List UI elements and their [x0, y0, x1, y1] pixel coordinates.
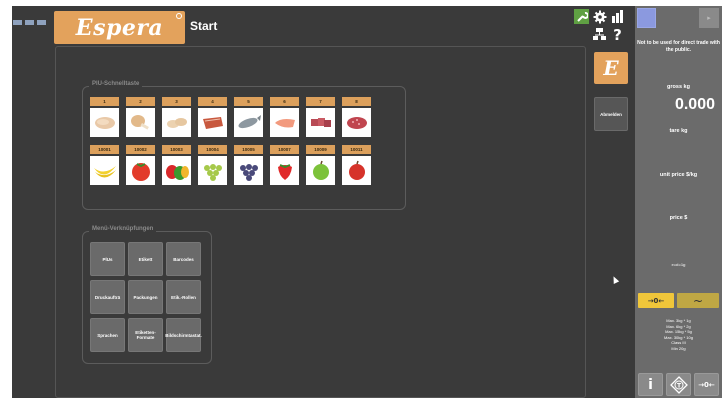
red-apple-image	[342, 156, 371, 185]
main-panel: PlU-Schnelltaste 1 2 3 4 5 6 7 8 10001 1…	[55, 46, 586, 398]
scale-menu-button[interactable]: ▸	[699, 8, 719, 28]
chicken-leg-image	[126, 108, 155, 137]
plu-key-10005[interactable]: 10005	[234, 145, 263, 185]
trade-warning-text: Not to be used for direct trade with the…	[637, 40, 720, 53]
scale-app-window: Espera Start ? PlU-Schnelltaste 1 2 3 4 …	[12, 6, 722, 398]
salmon-fillet-image	[270, 108, 299, 137]
tomato-image	[126, 156, 155, 185]
scale-top-bar: ▸	[635, 6, 722, 34]
tare-button[interactable]: T	[666, 373, 691, 396]
menu-button-barcodes[interactable]: Barcodes	[166, 242, 201, 276]
window-menu-icon[interactable]	[13, 20, 46, 25]
plu-key-6[interactable]: 6	[270, 97, 299, 137]
meat-cubes-image	[306, 108, 335, 137]
plu-grid: 1 2 3 4 5 6 7 8 10001 10002 10003 10004 …	[90, 97, 371, 185]
registered-mark-icon	[176, 13, 182, 19]
espera-home-button[interactable]: E	[594, 52, 628, 84]
plu-number: 10002	[126, 145, 155, 154]
menu-button-label-formats[interactable]: Etiketten-Formate	[128, 318, 163, 352]
blue-grapes-image	[234, 156, 263, 185]
green-apple-image	[306, 156, 335, 185]
plu-number: 6	[270, 97, 299, 106]
toolbar-icons: ?	[572, 8, 632, 44]
tare-label: tare kg	[669, 128, 688, 134]
gear-icon[interactable]	[592, 9, 607, 24]
plu-key-10002[interactable]: 10002	[126, 145, 155, 185]
zero-indicator: →0←	[638, 293, 674, 308]
plu-number: 10005	[234, 145, 263, 154]
menu-button-label-rolls[interactable]: Etik.-Rollen	[166, 280, 201, 314]
plu-key-10009[interactable]: 10009	[306, 145, 335, 185]
plu-number: 8	[342, 97, 371, 106]
menu-button-packages[interactable]: Packungen	[128, 280, 163, 314]
menu-grid: PlUs Etikett Barcodes Druckaufträ Packun…	[90, 242, 202, 352]
network-icon[interactable]	[592, 27, 607, 42]
help-icon[interactable]: ?	[610, 26, 625, 44]
chicken-wings-image	[162, 108, 191, 137]
division-label: e=d=1g	[671, 262, 686, 267]
plu-number: 1	[90, 97, 119, 106]
plu-group-title: PlU-Schnelltaste	[89, 81, 143, 87]
bell-peppers-image	[162, 156, 191, 185]
menu-button-plus[interactable]: PlUs	[90, 242, 125, 276]
espera-logo: Espera	[54, 11, 185, 44]
chicken-breast-image	[90, 108, 119, 137]
menu-button-label[interactable]: Etikett	[128, 242, 163, 276]
plu-key-5[interactable]: 5	[234, 97, 263, 137]
espera-e-icon: E	[603, 56, 619, 80]
plu-key-3[interactable]: 3	[162, 97, 191, 137]
plu-number: 10011	[342, 145, 371, 154]
steak-image	[198, 108, 227, 137]
plu-key-4[interactable]: 4	[198, 97, 227, 137]
menu-button-screen-keyboard[interactable]: Bildschirmtastat.	[165, 318, 202, 352]
minced-meat-image	[342, 108, 371, 137]
plu-key-10004[interactable]: 10004	[198, 145, 227, 185]
plu-key-10011[interactable]: 10011	[342, 145, 371, 185]
plu-key-7[interactable]: 7	[306, 97, 335, 137]
plu-number: 10009	[306, 145, 335, 154]
gross-weight-value: 0.000	[674, 96, 715, 113]
plu-number: 10004	[198, 145, 227, 154]
logo-text: Espera	[75, 14, 164, 41]
plu-key-2[interactable]: 2	[126, 97, 155, 137]
price-label: price $	[669, 215, 688, 221]
gross-label: gross kg	[667, 84, 690, 90]
plu-number: 5	[234, 97, 263, 106]
menu-group-title: Menü-Verknüpfungen	[89, 226, 157, 232]
plu-key-1[interactable]: 1	[90, 97, 119, 137]
plu-number: 4	[198, 97, 227, 106]
plu-number: 10003	[162, 145, 191, 154]
plu-number: 10007	[270, 145, 299, 154]
plu-number: 10001	[90, 145, 119, 154]
scale-specs: Max. 3kg * 1g Max. 6kg * 2g Max. 15kg * …	[635, 318, 722, 352]
menu-button-languages[interactable]: Sprachen	[90, 318, 125, 352]
menu-shortcuts-group: Menü-Verknüpfungen PlUs Etikett Barcodes…	[82, 226, 212, 364]
bananas-image	[90, 156, 119, 185]
spec-line: Min 20g	[671, 345, 686, 351]
fish-image	[234, 108, 263, 137]
plu-key-10003[interactable]: 10003	[162, 145, 191, 185]
strawberry-image	[270, 156, 299, 185]
scale-display-panel: ▸ Not to be used for direct trade with t…	[635, 6, 722, 398]
wrench-icon[interactable]	[574, 9, 589, 24]
mouse-cursor-icon	[610, 275, 620, 284]
menu-button-print-jobs[interactable]: Druckaufträ	[90, 280, 125, 314]
logout-button[interactable]: Abmelden	[594, 97, 628, 131]
info-button[interactable]: i	[638, 373, 663, 396]
plu-key-10001[interactable]: 10001	[90, 145, 119, 185]
page-title: Start	[190, 19, 218, 33]
plu-number: 2	[126, 97, 155, 106]
plu-number: 7	[306, 97, 335, 106]
zero-button[interactable]: →0←	[694, 373, 719, 396]
scale-status-indicator	[637, 8, 656, 28]
statistics-icon[interactable]	[610, 9, 625, 24]
plu-quick-keys-group: PlU-Schnelltaste 1 2 3 4 5 6 7 8 10001 1…	[82, 81, 406, 210]
stability-indicator: ~	[677, 293, 719, 308]
plu-key-8[interactable]: 8	[342, 97, 371, 137]
green-grapes-image	[198, 156, 227, 185]
plu-number: 3	[162, 97, 191, 106]
plu-key-10007[interactable]: 10007	[270, 145, 299, 185]
unit-price-label: unit price $/kg	[659, 172, 698, 178]
